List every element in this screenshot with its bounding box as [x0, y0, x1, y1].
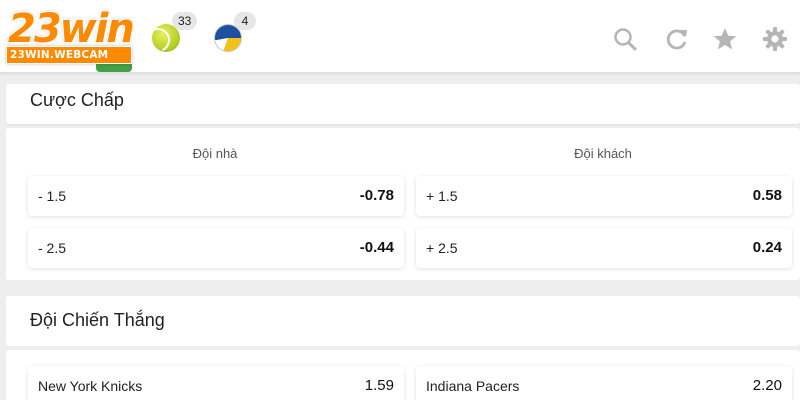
odds-value: 2.20 [752, 377, 782, 394]
handicap-line: + 2.5 [426, 240, 458, 256]
tennis-count-badge: 33 [172, 12, 198, 30]
handicap-away-odd-1[interactable]: + 1.5 0.58 [416, 176, 792, 216]
winner-away-odd[interactable]: Indiana Pacers 2.20 [416, 366, 792, 400]
gear-icon[interactable] [762, 26, 788, 52]
handicap-line: - 1.5 [38, 188, 67, 204]
search-icon[interactable] [612, 26, 638, 52]
handicap-title: Cược Chấp [30, 90, 124, 110]
winner-section-header[interactable]: Đội Chiến Thắng [6, 296, 800, 346]
handicap-home-odd-1[interactable]: - 1.5 -0.78 [28, 176, 404, 216]
top-bar: 23win 23WIN.WEBCAM 33 4 [0, 0, 800, 72]
volleyball-count-badge: 4 [234, 12, 256, 30]
handicap-line: - 2.5 [38, 240, 67, 256]
odds-value: 0.24 [752, 239, 782, 256]
handicap-home-odd-2[interactable]: - 2.5 -0.44 [28, 228, 404, 268]
handicap-away-odd-2[interactable]: + 2.5 0.24 [416, 228, 792, 268]
away-team-header: Đội khách [574, 146, 632, 161]
odds-value: 1.59 [364, 377, 394, 394]
team-name: New York Knicks [38, 378, 143, 394]
odds-value: -0.44 [359, 239, 394, 256]
brand-logo[interactable]: 23win 23WIN.WEBCAM [4, 6, 135, 72]
team-name: Indiana Pacers [426, 378, 520, 394]
refresh-icon[interactable] [664, 26, 690, 52]
winner-title: Đội Chiến Thắng [30, 310, 165, 330]
handicap-section-header[interactable]: Cược Chấp [6, 84, 800, 124]
odds-value: 0.58 [752, 187, 782, 204]
winner-home-odd[interactable]: New York Knicks 1.59 [28, 366, 404, 400]
home-team-header: Đội nhà [192, 146, 238, 161]
handicap-panel: Đội nhà Đội khách - 1.5 -0.78 + 1.5 0.58… [6, 128, 800, 280]
star-icon[interactable] [712, 26, 738, 52]
winner-panel: New York Knicks 1.59 Indiana Pacers 2.20 [6, 350, 800, 400]
logo-domain: 23WIN.WEBCAM [6, 46, 132, 64]
handicap-line: + 1.5 [426, 188, 458, 204]
odds-value: -0.78 [359, 187, 394, 204]
